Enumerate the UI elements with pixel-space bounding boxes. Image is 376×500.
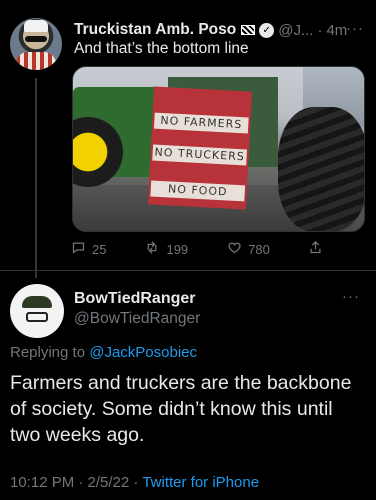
replying-prefix: Replying to xyxy=(10,344,90,361)
sign-line: NO FARMERS xyxy=(153,112,249,134)
reply-button[interactable]: 25 xyxy=(70,240,106,258)
reply-count: 25 xyxy=(92,241,107,257)
display-name[interactable]: Truckistan Amb. Poso xyxy=(74,21,236,39)
protest-sign: NO FARMERS NO TRUCKERS NO FOOD xyxy=(147,86,253,210)
sign-line: NO FOOD xyxy=(150,180,246,202)
timestamp[interactable]: 10:12 PM · 2/5/22 · xyxy=(10,474,142,491)
tweet-meta: 10:12 PM · 2/5/22 · Twitter for iPhone xyxy=(10,474,259,491)
retweet-count: 199 xyxy=(166,241,189,257)
like-count: 780 xyxy=(248,241,270,257)
share-icon xyxy=(308,240,324,258)
user-handle[interactable]: @J... xyxy=(278,22,313,39)
user-handle[interactable]: @BowTiedRanger xyxy=(74,310,200,328)
tweet-header: Truckistan Amb. Poso ✓ @J... · 4m xyxy=(74,20,369,40)
verified-icon: ✓ xyxy=(259,22,275,38)
display-name[interactable]: BowTiedRanger xyxy=(74,290,196,308)
mention-link[interactable]: @JackPosobiec xyxy=(89,344,197,361)
avatar[interactable] xyxy=(10,18,62,70)
retweet-icon xyxy=(144,240,160,258)
tweet-time[interactable]: 4m xyxy=(326,22,347,39)
reply-icon xyxy=(70,240,86,258)
retweet-button[interactable]: 199 xyxy=(144,240,188,258)
sign-line: NO TRUCKERS xyxy=(152,144,247,166)
tweet-text: Farmers and truckers are the backbone of… xyxy=(10,372,352,446)
divider xyxy=(0,270,376,271)
like-button[interactable]: 780 xyxy=(226,240,270,258)
separator-dot: · xyxy=(317,21,323,39)
like-icon xyxy=(226,240,242,258)
parent-tweet[interactable]: Truckistan Amb. Poso ✓ @J... · 4m ··· An… xyxy=(0,0,376,278)
more-icon[interactable]: ··· xyxy=(342,288,360,305)
avatar[interactable] xyxy=(10,284,64,338)
share-button[interactable] xyxy=(308,240,330,258)
tweet-actions: 25 199 780 xyxy=(70,240,330,258)
tweet-text: And that’s the bottom line xyxy=(74,40,249,57)
tweet-photo[interactable]: NO FARMERS NO TRUCKERS NO FOOD xyxy=(72,66,365,232)
thread-line xyxy=(35,78,37,278)
flag-icon xyxy=(241,25,256,35)
client-link[interactable]: Twitter for iPhone xyxy=(142,474,259,491)
more-icon[interactable]: ··· xyxy=(346,20,364,37)
replying-to: Replying to @JackPosobiec xyxy=(10,344,197,361)
